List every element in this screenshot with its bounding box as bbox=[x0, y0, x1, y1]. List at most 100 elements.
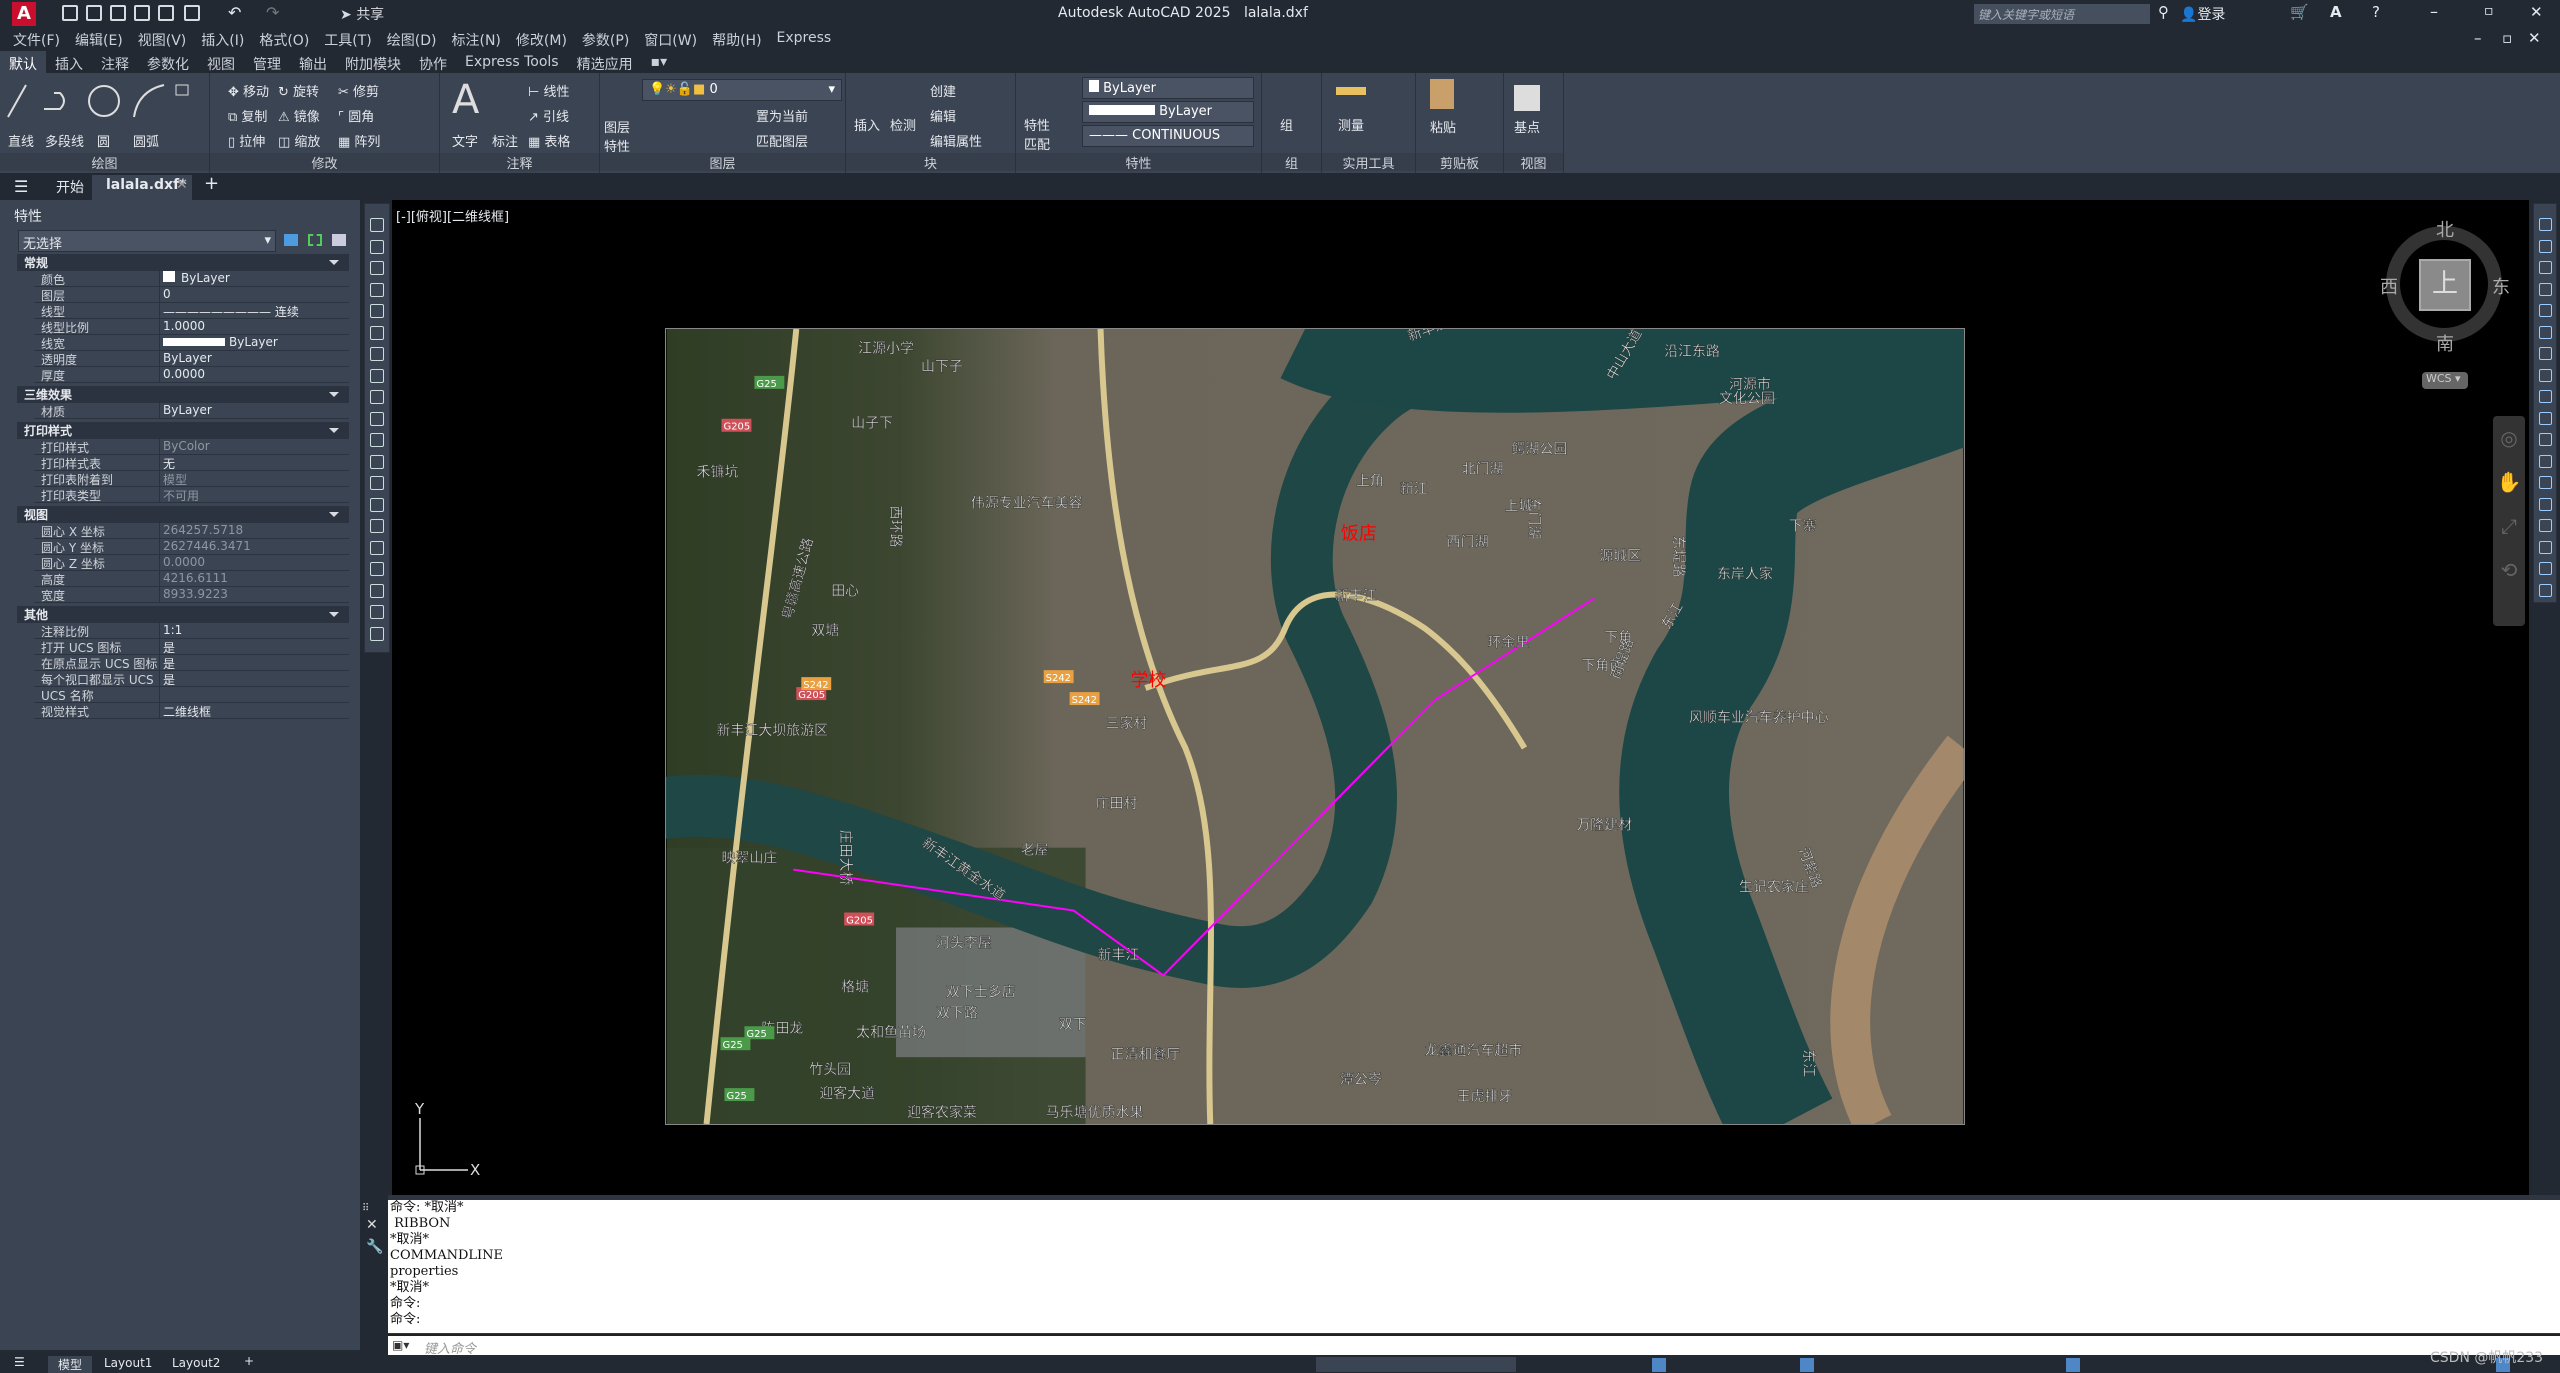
text-button[interactable]: 文字 bbox=[452, 131, 478, 150]
save-icon[interactable] bbox=[110, 5, 126, 21]
tab-addins[interactable]: 附加模块 bbox=[336, 51, 410, 75]
gradient-icon[interactable] bbox=[370, 540, 384, 555]
menu-express[interactable]: Express bbox=[772, 30, 842, 50]
array-icon[interactable] bbox=[2539, 304, 2552, 317]
section-header[interactable]: 打印样式 bbox=[17, 422, 349, 439]
break-at-point-icon[interactable] bbox=[2539, 454, 2552, 468]
annotation-toggle-icon[interactable] bbox=[2066, 1358, 2080, 1372]
property-row[interactable]: 在原点显示 UCS 图标是 bbox=[34, 655, 349, 671]
match-properties-button[interactable]: 特性匹配 bbox=[1024, 115, 1054, 153]
property-value[interactable]: 4216.6111 bbox=[160, 571, 349, 586]
section-header[interactable]: 常规 bbox=[17, 254, 349, 271]
add-selected-icon[interactable] bbox=[370, 626, 384, 641]
mirror-icon[interactable] bbox=[2539, 261, 2552, 274]
property-value[interactable]: ————————— 连续 bbox=[160, 303, 349, 319]
property-row[interactable]: UCS 名称 bbox=[34, 687, 349, 703]
property-value[interactable]: 8933.9223 bbox=[160, 587, 349, 602]
property-value[interactable]: 2627446.3471 bbox=[160, 539, 349, 554]
property-value[interactable]: 0.0000 bbox=[160, 555, 349, 570]
command-input[interactable]: 键入命令 bbox=[388, 1334, 2560, 1357]
tab-collaborate[interactable]: 协作 bbox=[410, 51, 456, 75]
steering-wheel-icon[interactable]: ◎ bbox=[2493, 416, 2525, 460]
search-icon[interactable]: ⚲ bbox=[2158, 3, 2169, 21]
polyline-icon[interactable] bbox=[370, 261, 384, 275]
new-icon[interactable] bbox=[62, 5, 78, 21]
property-row[interactable]: 注释比例 1:1 bbox=[34, 623, 349, 639]
viewcube-top-face[interactable]: 上 bbox=[2419, 259, 2471, 311]
measure-button[interactable]: 测量 bbox=[1338, 115, 1364, 134]
multiline-text-icon[interactable] bbox=[370, 605, 384, 619]
property-row[interactable]: 图层 0 bbox=[34, 287, 349, 303]
property-value[interactable]: ByLayer bbox=[160, 403, 349, 418]
linetype-dropdown[interactable]: ——— CONTINUOUS bbox=[1082, 125, 1254, 147]
menu-modify[interactable]: 修改(M) bbox=[511, 30, 577, 50]
property-row[interactable]: 打印样式 ByColor bbox=[34, 439, 349, 455]
menu-window[interactable]: 窗口(W) bbox=[639, 30, 707, 50]
property-row[interactable]: 线型比例 1.0000 bbox=[34, 319, 349, 335]
compass-north[interactable]: 北 bbox=[2436, 216, 2454, 242]
property-row[interactable]: 高度 4216.6111 bbox=[34, 571, 349, 587]
offset-icon[interactable] bbox=[2539, 282, 2552, 296]
draw-panel-title[interactable]: 绘图 bbox=[0, 153, 209, 172]
new-tab-icon[interactable]: + bbox=[204, 173, 219, 194]
help-icon[interactable]: ? bbox=[2372, 3, 2380, 21]
print-icon[interactable] bbox=[184, 5, 200, 21]
ellipse-icon[interactable] bbox=[370, 411, 384, 426]
tab-lalala[interactable]: lalala.dxf* bbox=[106, 177, 187, 193]
inspect-button[interactable]: 检测 bbox=[890, 115, 916, 134]
web-mobile-icon[interactable] bbox=[158, 5, 174, 21]
scale-icon[interactable] bbox=[2539, 368, 2552, 382]
doc-minimize-button[interactable]: – bbox=[2474, 29, 2482, 47]
property-value[interactable]: 是 bbox=[160, 639, 349, 655]
wcs-menu[interactable]: WCS ▾ bbox=[2422, 372, 2468, 389]
trim-button[interactable]: ✂ 修剪 bbox=[338, 81, 379, 100]
menu-insert[interactable]: 插入(I) bbox=[196, 30, 254, 50]
line-icon[interactable] bbox=[370, 218, 384, 232]
scale-button[interactable]: ◫ 缩放 bbox=[278, 131, 320, 150]
property-row[interactable]: 材质 ByLayer bbox=[34, 403, 349, 419]
rotate-icon[interactable] bbox=[2539, 347, 2552, 360]
table-icon[interactable] bbox=[370, 583, 384, 598]
layers-panel-title[interactable]: 图层 bbox=[600, 153, 845, 172]
orbit-icon[interactable]: ⟲ bbox=[2493, 548, 2525, 592]
set-current-button[interactable]: 置为当前 bbox=[756, 106, 808, 125]
property-row[interactable]: 打印表类型 不可用 bbox=[34, 487, 349, 503]
selection-dropdown[interactable]: 无选择 ▾ bbox=[18, 230, 276, 252]
group-button[interactable]: 组 bbox=[1280, 115, 1293, 134]
grip-icon[interactable]: ⠿ bbox=[362, 1203, 369, 1214]
select-objects-icon[interactable] bbox=[308, 234, 322, 246]
menu-draw[interactable]: 绘图(D) bbox=[382, 30, 447, 50]
compass-west[interactable]: 西 bbox=[2380, 273, 2398, 299]
undo-icon[interactable]: ↶ bbox=[228, 3, 241, 22]
spline-icon[interactable] bbox=[370, 390, 384, 404]
property-value[interactable]: 无 bbox=[160, 455, 349, 471]
tab-default[interactable]: 默认 bbox=[0, 51, 46, 75]
property-value[interactable]: 二维线框 bbox=[160, 703, 349, 719]
zoom-extents-icon[interactable]: ⤢ bbox=[2493, 504, 2525, 548]
create-block-button[interactable]: 创建 bbox=[930, 81, 956, 100]
leader-button[interactable]: ↗ 引线 bbox=[528, 106, 569, 125]
quick-select-icon[interactable] bbox=[332, 234, 346, 246]
array-button[interactable]: ▦ 阵列 bbox=[338, 131, 380, 150]
property-value[interactable]: 是 bbox=[160, 655, 349, 671]
property-row[interactable]: 打印样式表无 bbox=[34, 455, 349, 471]
linear-button[interactable]: ⊢ 线性 bbox=[528, 81, 569, 100]
property-row[interactable]: 厚度 0.0000 bbox=[34, 367, 349, 383]
doc-restore-button[interactable]: ▫ bbox=[2502, 29, 2512, 47]
copy-icon[interactable] bbox=[2539, 239, 2552, 253]
block-panel-title[interactable]: 块 bbox=[846, 153, 1015, 172]
ortho-toggle-icon[interactable] bbox=[1800, 1358, 1814, 1372]
clipboard-panel-title[interactable]: 剪贴板 bbox=[1416, 153, 1503, 172]
tab-model[interactable]: 模型 bbox=[48, 1356, 93, 1373]
close-button[interactable]: ✕ bbox=[2530, 3, 2543, 21]
property-value[interactable]: 0.0000 bbox=[160, 367, 349, 382]
paste-button[interactable]: 粘贴 bbox=[1430, 117, 1456, 136]
section-header[interactable]: 其他 bbox=[17, 606, 349, 623]
compass-south[interactable]: 南 bbox=[2436, 330, 2454, 356]
tab-layout1[interactable]: Layout1 bbox=[104, 1356, 152, 1370]
property-row[interactable]: 打印表附着到 模型 bbox=[34, 471, 349, 487]
property-value[interactable]: 不可用 bbox=[160, 487, 349, 503]
tab-annotate[interactable]: 注释 bbox=[92, 51, 138, 75]
property-row[interactable]: 线型 ————————— 连续 bbox=[34, 303, 349, 319]
tab-parametric[interactable]: 参数化 bbox=[138, 51, 198, 75]
